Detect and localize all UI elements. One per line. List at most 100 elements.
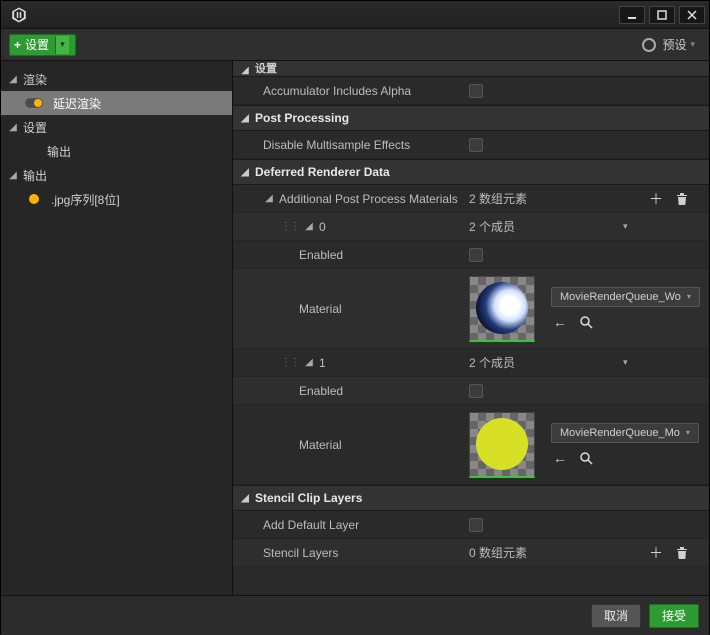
chevron-down-icon: ▾ (687, 292, 691, 301)
window-minimize-button[interactable] (619, 6, 645, 24)
section-header-settings-cut[interactable]: ◢ 设置 (233, 61, 709, 77)
row-appm-1: ⋮⋮ ◢ 1 2 个成员 ▾ (233, 349, 709, 377)
sidebar-item-label: 输出 (47, 143, 71, 160)
add-settings-button[interactable]: + 设置 ▾ (9, 34, 76, 56)
caret-down-icon: ◢ (7, 170, 19, 181)
section-title: Stencil Clip Layers (255, 491, 362, 505)
chevron-down-icon: ▾ (690, 39, 695, 50)
row-label: Add Default Layer (233, 518, 465, 532)
chevron-down-icon: ▾ (686, 428, 690, 437)
sidebar-item-label: 延迟渲染 (53, 95, 101, 112)
array-index-label: 1 (319, 356, 326, 370)
cancel-button[interactable]: 取消 (591, 604, 641, 628)
row-label: Enabled (233, 384, 465, 398)
row-label: Stencil Layers (233, 546, 465, 560)
sidebar-group-settings[interactable]: ◢ 设置 (1, 115, 232, 139)
main-area: ◢ 渲染 延迟渲染 ◢ 设置 输出 ◢ 输出 .jpg序列[8位] (1, 61, 709, 595)
preset-label: 预设 (662, 36, 686, 53)
array-add-button[interactable]: ＋ (647, 544, 665, 562)
toggle-icon (25, 98, 43, 108)
material-picker-1[interactable]: MovieRenderQueue_Mo ▾ (551, 423, 699, 443)
drag-handle-icon[interactable]: ⋮⋮ (281, 357, 299, 368)
row-label: Material (233, 302, 465, 316)
chevron-down-icon[interactable]: ▾ (623, 357, 628, 368)
add-settings-label: 设置 (25, 36, 49, 53)
array-count: 2 数组元素 (469, 190, 527, 207)
section-header-deferred[interactable]: ◢ Deferred Renderer Data (233, 159, 709, 185)
array-count: 0 数组元素 (469, 544, 527, 561)
material-name: MovieRenderQueue_Wo (560, 291, 681, 303)
property-panel: ◢ 设置 Accumulator Includes Alpha ◢ Post P… (233, 61, 709, 595)
cancel-label: 取消 (604, 607, 628, 624)
sidebar-group-label: 输出 (23, 167, 47, 184)
section-title: 设置 (255, 61, 277, 76)
plus-icon: + (14, 38, 21, 52)
row-label: Disable Multisample Effects (233, 138, 465, 152)
array-add-button[interactable]: ＋ (647, 190, 665, 208)
section-title: Deferred Renderer Data (255, 165, 390, 179)
window-maximize-button[interactable] (649, 6, 675, 24)
accept-button[interactable]: 接受 (649, 604, 699, 628)
row-stencil-layers: Stencil Layers 0 数组元素 ＋ (233, 539, 709, 567)
preset-icon (642, 38, 656, 52)
window-close-button[interactable] (679, 6, 705, 24)
sidebar-group-output[interactable]: ◢ 输出 (1, 163, 232, 187)
checkbox-appm-1-enabled[interactable] (469, 384, 483, 398)
row-add-default-layer: Add Default Layer (233, 511, 709, 539)
drag-handle-icon[interactable]: ⋮⋮ (281, 221, 299, 232)
checkbox-accumulator-alpha[interactable] (469, 84, 483, 98)
use-selected-icon[interactable]: ← (551, 449, 569, 467)
row-label: Accumulator Includes Alpha (233, 84, 465, 98)
checkbox-appm-0-enabled[interactable] (469, 248, 483, 262)
browse-icon[interactable] (577, 313, 595, 331)
array-clear-button[interactable] (673, 544, 691, 562)
section-header-stencil[interactable]: ◢ Stencil Clip Layers (233, 485, 709, 511)
caret-down-icon: ◢ (239, 113, 251, 124)
row-label: Enabled (233, 248, 465, 262)
use-selected-icon[interactable]: ← (551, 313, 569, 331)
sidebar-item-output-settings[interactable]: 输出 (1, 139, 232, 163)
caret-down-icon: ◢ (239, 493, 251, 504)
row-appm-0-enabled: Enabled (233, 241, 709, 269)
row-appm-0-material: Material MovieRenderQueue_Wo ▾ ← (233, 269, 709, 349)
caret-down-icon: ◢ (7, 74, 19, 85)
dot-icon (29, 194, 39, 204)
caret-down-icon: ◢ (239, 65, 251, 76)
section-title: Post Processing (255, 111, 349, 125)
section-header-postprocessing[interactable]: ◢ Post Processing (233, 105, 709, 131)
sidebar-group-render[interactable]: ◢ 渲染 (1, 67, 232, 91)
chevron-down-icon[interactable]: ▾ (623, 221, 628, 232)
material-picker-0[interactable]: MovieRenderQueue_Wo ▾ (551, 287, 700, 307)
browse-icon[interactable] (577, 449, 595, 467)
row-accumulator-alpha: Accumulator Includes Alpha (233, 77, 709, 105)
members-label: 2 个成员 (469, 218, 515, 235)
material-thumbnail-1[interactable] (469, 412, 535, 478)
row-appm-0: ⋮⋮ ◢ 0 2 个成员 ▾ (233, 213, 709, 241)
row-appm-1-material: Material MovieRenderQueue_Mo ▾ ← (233, 405, 709, 485)
sidebar-item-deferred-render[interactable]: 延迟渲染 (1, 91, 232, 115)
sidebar-item-label: .jpg序列[8位] (51, 191, 120, 208)
footer: 取消 接受 (1, 595, 709, 635)
members-label: 2 个成员 (469, 354, 515, 371)
preset-button[interactable]: 预设 ▾ (636, 34, 701, 56)
array-clear-button[interactable] (673, 190, 691, 208)
row-label: Material (233, 438, 465, 452)
sidebar-group-label: 渲染 (23, 71, 47, 88)
sidebar-item-jpg-sequence[interactable]: .jpg序列[8位] (1, 187, 232, 211)
caret-down-icon: ◢ (239, 167, 251, 178)
toolbar: + 设置 ▾ 预设 ▾ (1, 29, 709, 61)
row-label: Additional Post Process Materials (279, 192, 458, 206)
chevron-down-icon: ▾ (55, 36, 69, 54)
array-index-label: 0 (319, 220, 326, 234)
sidebar: ◢ 渲染 延迟渲染 ◢ 设置 输出 ◢ 输出 .jpg序列[8位] (1, 61, 233, 595)
caret-down-icon: ◢ (303, 221, 315, 232)
caret-down-icon: ◢ (7, 122, 19, 133)
checkbox-add-default-layer[interactable] (469, 518, 483, 532)
app-logo (9, 5, 29, 25)
caret-down-icon: ◢ (263, 193, 275, 204)
row-appm-1-enabled: Enabled (233, 377, 709, 405)
caret-down-icon: ◢ (303, 357, 315, 368)
material-thumbnail-0[interactable] (469, 276, 535, 342)
checkbox-disable-multisample[interactable] (469, 138, 483, 152)
titlebar (1, 1, 709, 29)
